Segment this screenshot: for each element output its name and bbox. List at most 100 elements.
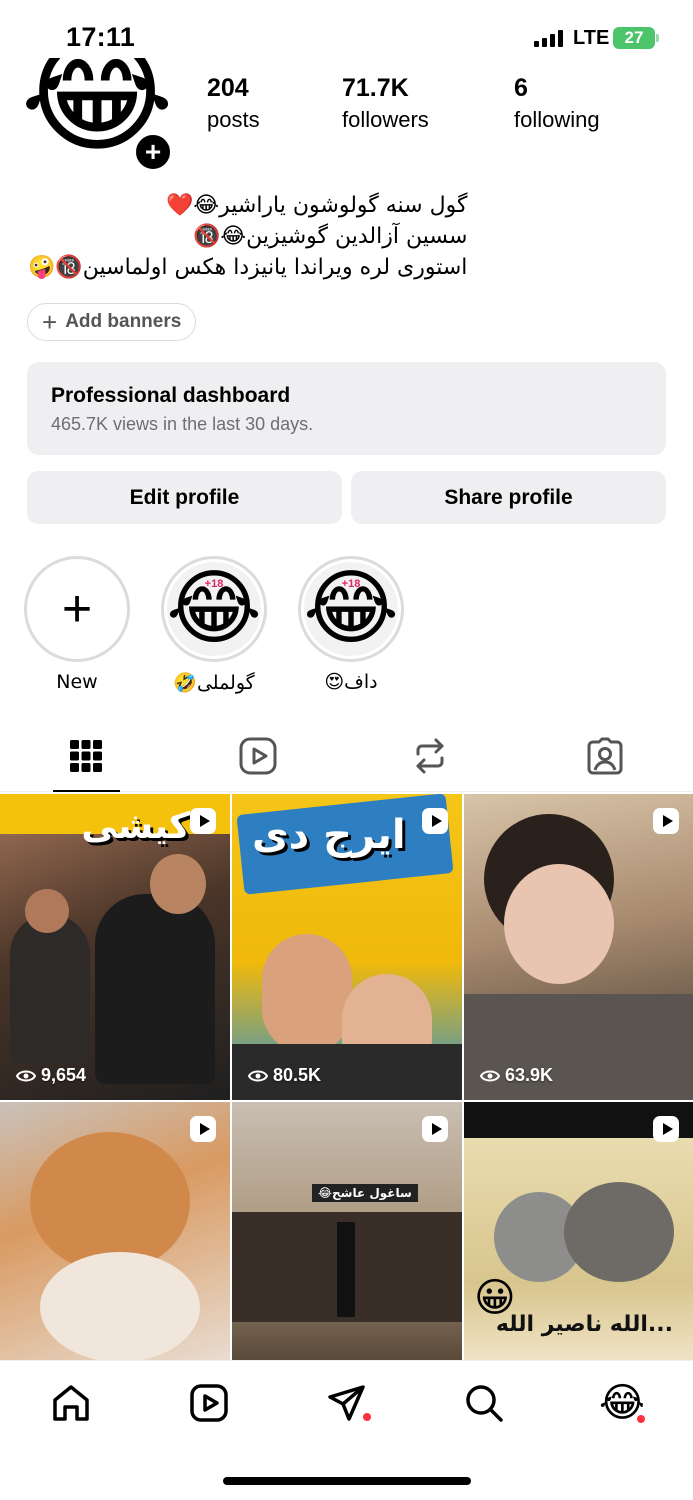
dashboard-subtitle: 465.7K views in the last 30 days. [51, 414, 314, 434]
home-icon [53, 1385, 89, 1421]
post-face [150, 854, 206, 914]
following-count: 6 [514, 74, 528, 102]
reel-icon [653, 808, 679, 834]
highlight-item[interactable]: 😂 +18 داف😍 [298, 556, 404, 693]
highlight-cover: 😂 +18 [167, 562, 261, 656]
highlight-item[interactable]: 😂 +18 گولملی🤣 [161, 556, 267, 694]
stat-followers[interactable]: 71.7K followers [342, 74, 429, 133]
reel-icon [190, 1116, 216, 1142]
network-label: LTE [573, 27, 610, 49]
highlight-new[interactable]: + New [24, 556, 130, 693]
battery-icon: 27 [613, 27, 655, 49]
grid-post[interactable]: ایرج دی 80.5K [232, 794, 462, 1100]
battery-level: 27 [624, 28, 644, 47]
nav-direct[interactable] [325, 1381, 371, 1425]
nav-profile[interactable]: 😂 [599, 1381, 645, 1425]
bio-line: گول سنه گولوشون یاراشیر😂❤️ [166, 193, 468, 218]
active-tab-indicator [53, 790, 120, 792]
reel-icon [422, 1116, 448, 1142]
adult-badge: +18 [204, 578, 224, 590]
eye-icon [480, 1070, 500, 1081]
edit-profile-button[interactable]: Edit profile [27, 471, 342, 524]
view-count: 9,654 [16, 1065, 86, 1086]
highlight-cover: 😂 +18 [304, 562, 398, 656]
reels-icon [190, 1384, 228, 1422]
tab-grid[interactable] [66, 732, 106, 780]
eye-icon [248, 1070, 268, 1081]
nav-search[interactable] [462, 1381, 506, 1425]
highlight-label: گولملی🤣 [173, 672, 255, 694]
plus-icon: + [42, 307, 58, 337]
dashboard-title: Professional dashboard [51, 384, 291, 407]
stat-following[interactable]: 6 following [514, 74, 600, 133]
notification-dot [363, 1413, 371, 1421]
bio-line: استوری لره ویراندا یانیزدا هکس اولماسین🔞… [28, 255, 468, 280]
bio: گول سنه گولوشون یاراشیر😂❤️ سسین آزالدین … [28, 190, 467, 283]
reel-icon [653, 1116, 679, 1142]
post-face [25, 889, 69, 933]
highlight-label: New [56, 671, 98, 693]
view-count: 63.9K [480, 1065, 553, 1086]
notification-dot [637, 1415, 645, 1423]
grid-post[interactable]: کیشی 9,654 [0, 794, 230, 1100]
post-caption: ...الله ناصیر الله [495, 1312, 673, 1337]
signal-icon [534, 30, 563, 47]
tagged-icon [587, 737, 623, 775]
view-count-label: 63.9K [505, 1065, 554, 1085]
grid-post[interactable]: 63.9K [464, 794, 693, 1100]
following-label: following [514, 107, 600, 132]
post-face [504, 864, 614, 984]
grid-post[interactable]: 😀 ...الله ناصیر الله [464, 1102, 693, 1360]
reel-icon [422, 808, 448, 834]
add-banners-label: Add banners [65, 311, 182, 332]
post-cat [564, 1182, 674, 1282]
adult-badge: +18 [341, 578, 361, 590]
followers-count: 71.7K [342, 74, 409, 102]
post-cat [30, 1132, 190, 1272]
view-count: 80.5K [248, 1065, 321, 1086]
post-caption: ساغول عاشح😂 [312, 1184, 418, 1202]
post-figure [10, 914, 90, 1064]
highlight-ring: + [24, 556, 130, 662]
eye-icon [16, 1070, 36, 1081]
post-caption: کیشی [81, 806, 190, 847]
grid-post[interactable]: ساغول عاشح😂 [232, 1102, 462, 1360]
plus-icon: + [61, 580, 93, 638]
highlight-label: داف😍 [324, 671, 378, 693]
professional-dashboard[interactable]: Professional dashboard 465.7K views in t… [27, 362, 666, 455]
edit-profile-label: Edit profile [129, 485, 240, 509]
add-story-button[interactable]: + [132, 131, 174, 173]
share-profile-label: Share profile [444, 485, 573, 509]
nav-home[interactable] [49, 1381, 93, 1425]
tab-tagged[interactable] [585, 732, 625, 780]
view-count-label: 9,654 [41, 1065, 87, 1085]
grid-icon [70, 740, 102, 772]
post-cat-belly [40, 1252, 200, 1360]
reel-icon [190, 808, 216, 834]
clock: 17:11 [66, 22, 136, 52]
posts-count: 204 [207, 74, 249, 102]
grid-post[interactable] [0, 1102, 230, 1360]
post-figure [95, 894, 215, 1084]
stat-posts[interactable]: 204 posts [207, 74, 260, 133]
post-caption: ایرج دی [252, 812, 406, 858]
search-icon [466, 1385, 503, 1422]
reels-icon [239, 737, 277, 775]
followers-label: followers [342, 107, 429, 132]
tab-reposts[interactable] [410, 732, 450, 780]
tab-reels[interactable] [238, 732, 278, 780]
bio-line: سسین آزالدین گوشیزین😂🔞 [193, 224, 468, 249]
highlight-ring: 😂 +18 [161, 556, 267, 662]
share-profile-button[interactable]: Share profile [351, 471, 666, 524]
highlight-ring: 😂 +18 [298, 556, 404, 662]
add-banners-button[interactable]: + Add banners [27, 303, 197, 341]
battery-tip [656, 34, 659, 42]
repost-icon [416, 738, 444, 774]
profile-tabs [0, 720, 693, 792]
nav-reels[interactable] [187, 1381, 231, 1425]
post-singer [337, 1222, 355, 1317]
post-face [262, 934, 352, 1054]
home-indicator[interactable] [223, 1477, 471, 1485]
view-count-label: 80.5K [273, 1065, 322, 1085]
posts-label: posts [207, 107, 260, 132]
